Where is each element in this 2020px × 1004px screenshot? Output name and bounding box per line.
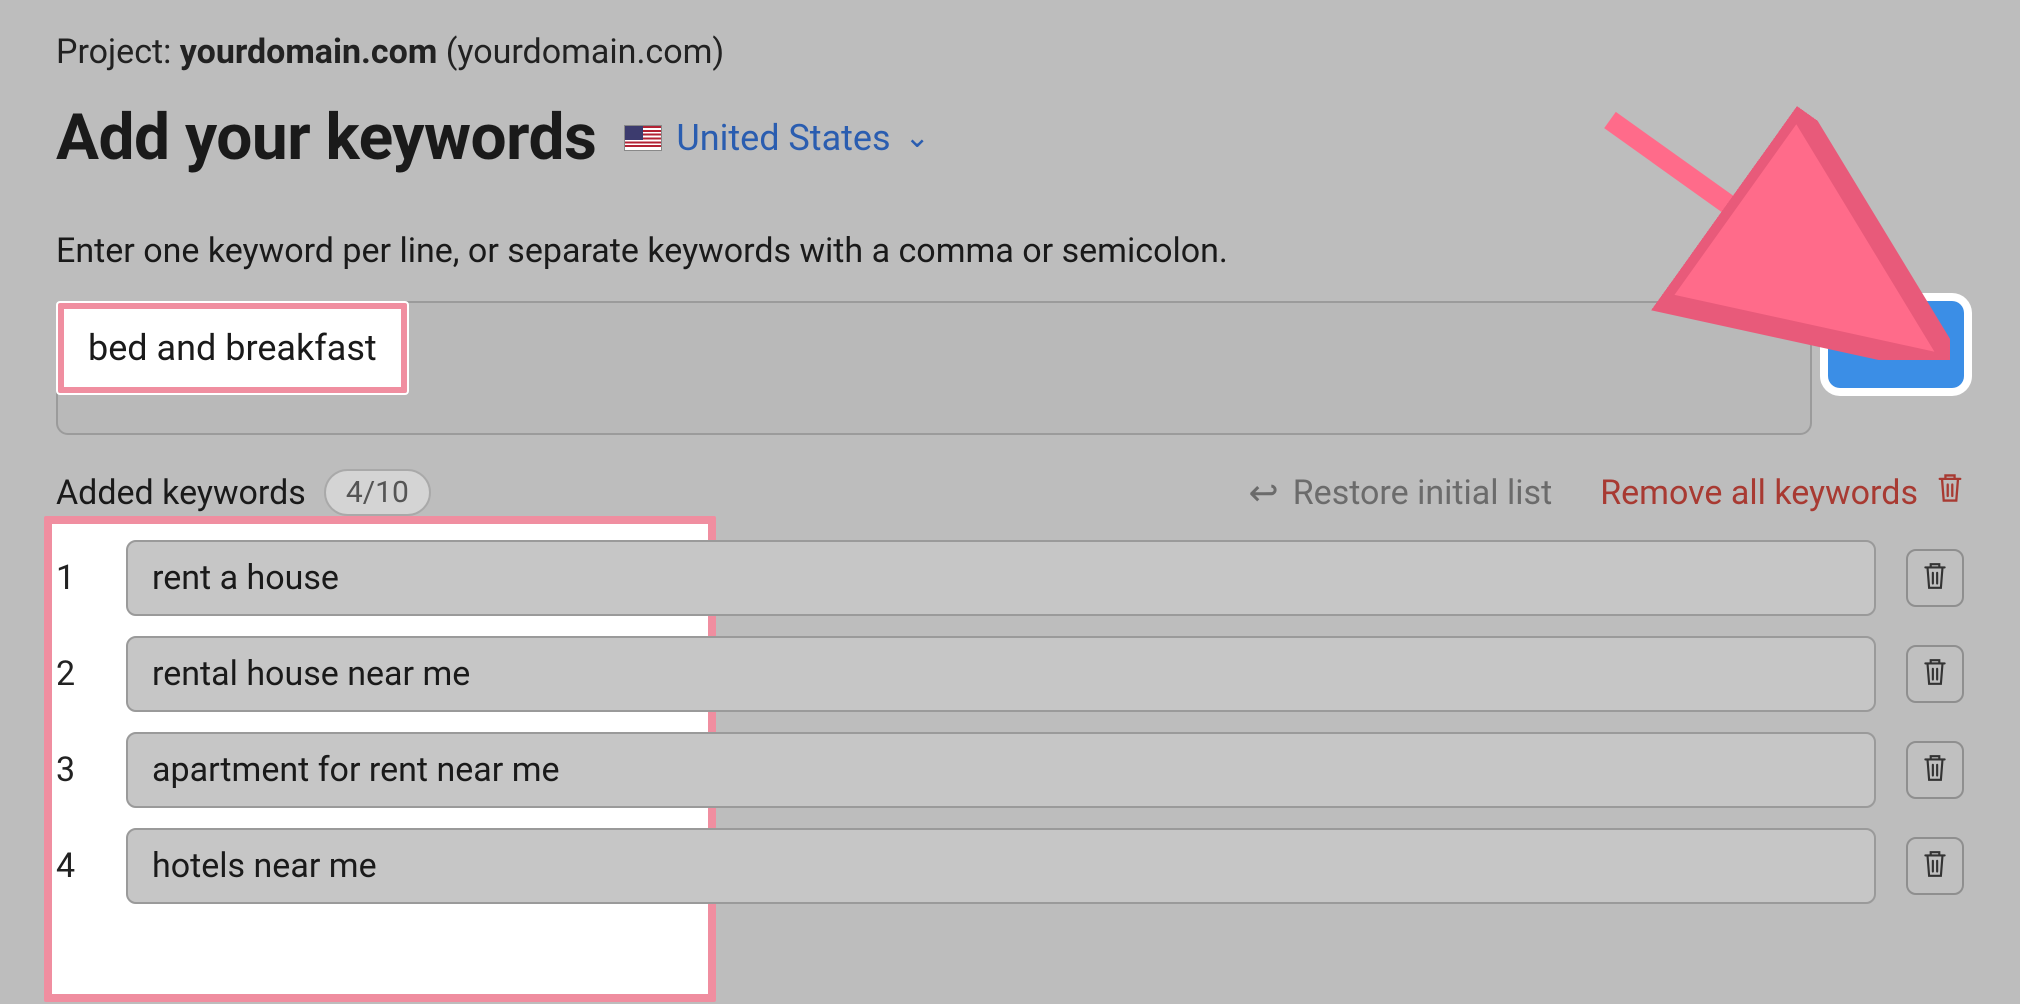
country-name: United States	[676, 117, 890, 159]
remove-all-keywords-button[interactable]: Remove all keywords	[1600, 472, 1964, 513]
project-name: yourdomain.com	[180, 32, 438, 72]
us-flag-icon	[624, 125, 662, 151]
restore-label: Restore initial list	[1293, 473, 1552, 513]
chevron-down-icon: ⌄	[905, 120, 930, 155]
keyword-row: 2 rental house near me	[56, 636, 1964, 712]
keyword-list: 1 rent a house 2 rental house near me 3 …	[56, 540, 1964, 904]
project-line: Project: yourdomain.com (yourdomain.com)	[56, 32, 1964, 72]
keyword-row: 1 rent a house	[56, 540, 1964, 616]
country-selector[interactable]: United States ⌄	[624, 117, 929, 159]
keyword-row: 3 apartment for rent near me	[56, 732, 1964, 808]
delete-keyword-button[interactable]	[1906, 741, 1964, 799]
keyword-row: 4 hotels near me	[56, 828, 1964, 904]
project-label-prefix: Project:	[56, 32, 180, 72]
keyword-input-area[interactable]: bed and breakfast	[56, 301, 1812, 435]
page-title: Add your keywords	[56, 100, 596, 175]
keyword-index: 1	[56, 558, 96, 598]
keyword-cell[interactable]: rent a house	[126, 540, 1876, 616]
keyword-index: 2	[56, 654, 96, 694]
project-suffix: (yourdomain.com)	[437, 32, 724, 72]
added-keywords-count: 4/10	[324, 469, 431, 516]
added-keywords-label: Added keywords	[56, 473, 306, 513]
trash-icon	[1922, 849, 1948, 883]
trash-icon	[1922, 561, 1948, 595]
restore-initial-list-button[interactable]: ↩ Restore initial list	[1249, 472, 1553, 514]
trash-icon	[1936, 472, 1964, 513]
trash-icon	[1922, 657, 1948, 691]
keyword-cell[interactable]: apartment for rent near me	[126, 732, 1876, 808]
keyword-index: 4	[56, 846, 96, 886]
instruction-text: Enter one keyword per line, or separate …	[56, 231, 1964, 271]
delete-keyword-button[interactable]	[1906, 549, 1964, 607]
keyword-cell[interactable]: rental house near me	[126, 636, 1876, 712]
keyword-index: 3	[56, 750, 96, 790]
delete-keyword-button[interactable]	[1906, 837, 1964, 895]
undo-icon: ↩	[1249, 472, 1279, 514]
remove-all-label: Remove all keywords	[1600, 473, 1918, 513]
add-button[interactable]: Add	[1828, 301, 1964, 388]
keyword-cell[interactable]: hotels near me	[126, 828, 1876, 904]
delete-keyword-button[interactable]	[1906, 645, 1964, 703]
trash-icon	[1922, 753, 1948, 787]
keyword-input-value[interactable]: bed and breakfast	[58, 303, 407, 393]
